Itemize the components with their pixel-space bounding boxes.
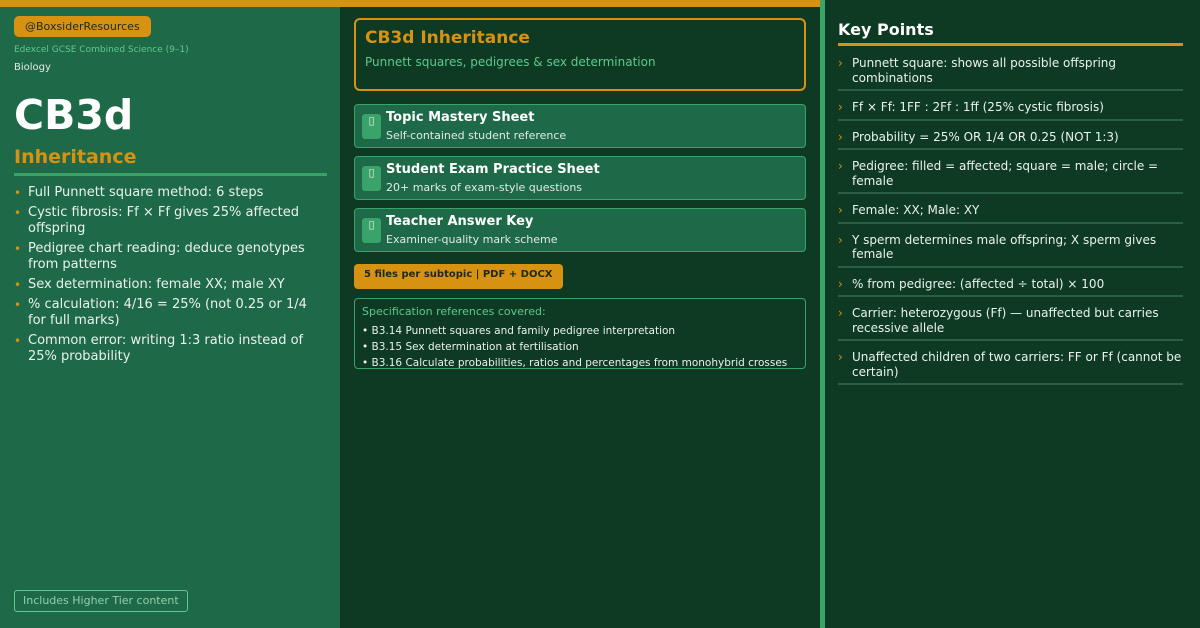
- chevron-right-icon: ›: [838, 100, 843, 114]
- topic-code: CB3d: [14, 91, 134, 139]
- resource-subtitle: Punnett squares, pedigrees & sex determi…: [365, 55, 656, 69]
- summary-bullets: • Full Punnett square method: 6 steps • Cy…: [14, 185, 314, 369]
- file-name: Teacher Answer Key: [386, 214, 534, 229]
- list-item: • Common error: writing 1:3 ratio instead…: [14, 333, 304, 364]
- list-item: › Y sperm determines male offspring; X sp…: [838, 230, 1183, 268]
- list-item: • Pedigree chart reading: deduce genotype…: [14, 241, 305, 272]
- list-item: › Carrier: heterozygous (Ff) — unaffected…: [838, 303, 1183, 341]
- key-points-panel: Key Points › Punnett square: shows all po…: [825, 0, 1200, 628]
- bullet-dot-icon: •: [14, 334, 22, 348]
- author-handle-badge: @BoxsiderResources: [14, 16, 151, 37]
- list-item: › Female: XX; Male: XY: [838, 200, 1183, 224]
- list-item: • Cystic fibrosis: Ff × Ff gives 25% affe…: [14, 205, 299, 236]
- bullet-dot-icon: •: [14, 186, 22, 200]
- document-icon: ▯: [362, 114, 381, 139]
- higher-tier-badge: Includes Higher Tier content: [14, 590, 188, 612]
- specification-box: Specification references covered: • B3.1…: [354, 298, 806, 369]
- exam-board-label: Edexcel GCSE Combined Science (9–1): [14, 45, 189, 55]
- chevron-right-icon: ›: [838, 276, 843, 291]
- file-card-topic-mastery: ▯ Topic Mastery Sheet Self-contained stu…: [354, 104, 806, 148]
- list-item: › Probability = 25% OR 1/4 OR 0.25 (NOT 1…: [838, 127, 1183, 150]
- list-item: › Punnett square: shows all possible offs…: [838, 53, 1183, 91]
- top-accent-bar: [0, 0, 820, 7]
- spec-heading: Specification references covered:: [362, 305, 546, 318]
- chevron-right-icon: ›: [838, 306, 843, 320]
- chevron-right-icon: ›: [838, 203, 843, 217]
- topic-divider: [14, 173, 327, 176]
- file-name: Student Exam Practice Sheet: [386, 162, 600, 177]
- bullet-dot-icon: •: [14, 242, 22, 256]
- key-points-list: › Punnett square: shows all possible offs…: [838, 53, 1183, 391]
- key-points-title: Key Points: [838, 20, 934, 39]
- chevron-right-icon: ›: [838, 232, 843, 247]
- bullet-dot-icon: •: [14, 278, 22, 292]
- file-card-exam-practice: ▯ Student Exam Practice Sheet 20+ marks …: [354, 156, 806, 200]
- title-card: CB3d Inheritance Punnett squares, pedigr…: [354, 18, 806, 91]
- spec-list: • B3.14 Punnett squares and family pedig…: [362, 323, 822, 371]
- middle-panel: CB3d Inheritance Punnett squares, pedigr…: [340, 7, 820, 628]
- bullet-dot-icon: •: [14, 298, 22, 312]
- chevron-right-icon: ›: [838, 56, 843, 70]
- bullet-dot-icon: •: [14, 206, 22, 220]
- file-description: Examiner-quality mark scheme: [386, 233, 558, 246]
- list-item: ›% from pedigree: (affected ÷ total) × 1…: [838, 274, 1183, 297]
- chevron-right-icon: ›: [838, 350, 843, 364]
- list-item: › Pedigree: filled = affected; square = m…: [838, 156, 1183, 194]
- topic-title: Inheritance: [14, 146, 137, 168]
- list-item: • B3.15 Sex determination at fertilisati…: [362, 341, 579, 353]
- chevron-right-icon: ›: [838, 129, 843, 144]
- file-description: 20+ marks of exam-style questions: [386, 181, 583, 194]
- list-item: › Ff × Ff: 1FF : 2Ff : 1ff (25% cystic fi…: [838, 97, 1183, 121]
- files-per-subtopic-badge: 5 files per subtopic | PDF + DOCX: [354, 264, 563, 289]
- list-item: •% calculation: 4/16 = 25% (not 0.25 or …: [14, 297, 307, 328]
- list-item: • Full Punnett square method: 6 steps: [14, 185, 264, 200]
- list-item: • Sex determination: female XX; male XY: [14, 277, 285, 292]
- file-description: Self-contained student reference: [386, 129, 567, 142]
- list-item: • B3.16 Calculate probabilities, ratios …: [362, 357, 788, 369]
- document-icon: ▯: [362, 166, 381, 191]
- file-name: Topic Mastery Sheet: [386, 110, 535, 125]
- document-icon: ▯: [362, 218, 381, 243]
- file-card-answer-key: ▯ Teacher Answer Key Examiner-quality ma…: [354, 208, 806, 252]
- resource-title: CB3d Inheritance: [365, 28, 530, 48]
- list-item: › Unaffected children of two carriers: FF…: [838, 347, 1183, 385]
- left-panel: @BoxsiderResources Edexcel GCSE Combined…: [0, 7, 340, 628]
- subject-label: Biology: [14, 62, 51, 73]
- key-points-divider: [838, 43, 1183, 46]
- list-item: • B3.14 Punnett squares and family pedig…: [362, 325, 676, 337]
- chevron-right-icon: ›: [838, 159, 843, 173]
